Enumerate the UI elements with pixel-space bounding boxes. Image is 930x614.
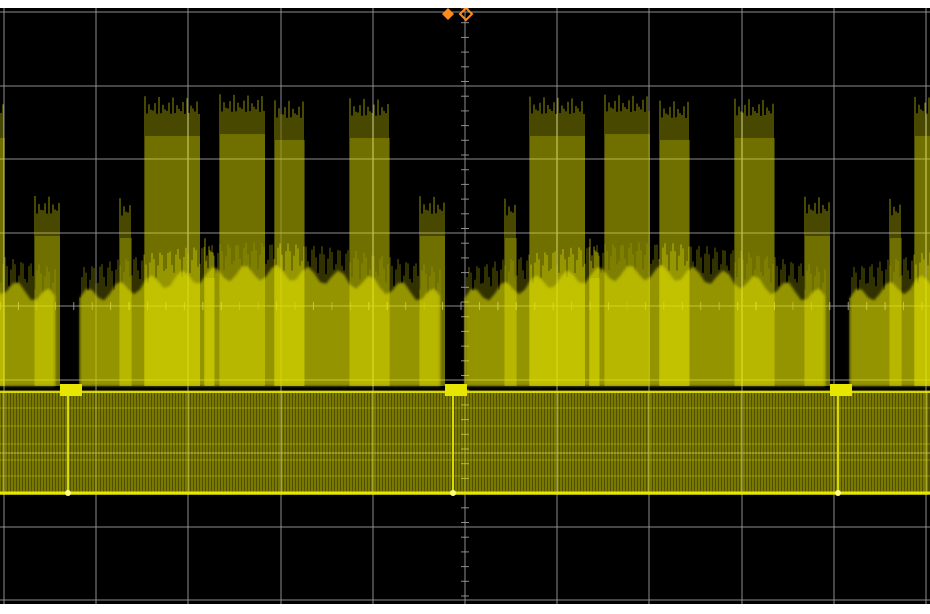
top-markers [442, 8, 474, 22]
orange-hollow-diamond-icon[interactable] [458, 8, 474, 22]
sync-pulse [60, 384, 82, 396]
sync-pulse [445, 384, 467, 396]
sync-dot [65, 490, 71, 496]
orange-diamond-icon[interactable] [442, 8, 454, 20]
waveform-display [0, 8, 930, 604]
sync-pulse [830, 384, 852, 396]
oscilloscope-screen [0, 8, 930, 604]
sync-dot [835, 490, 841, 496]
sync-dot [450, 490, 456, 496]
